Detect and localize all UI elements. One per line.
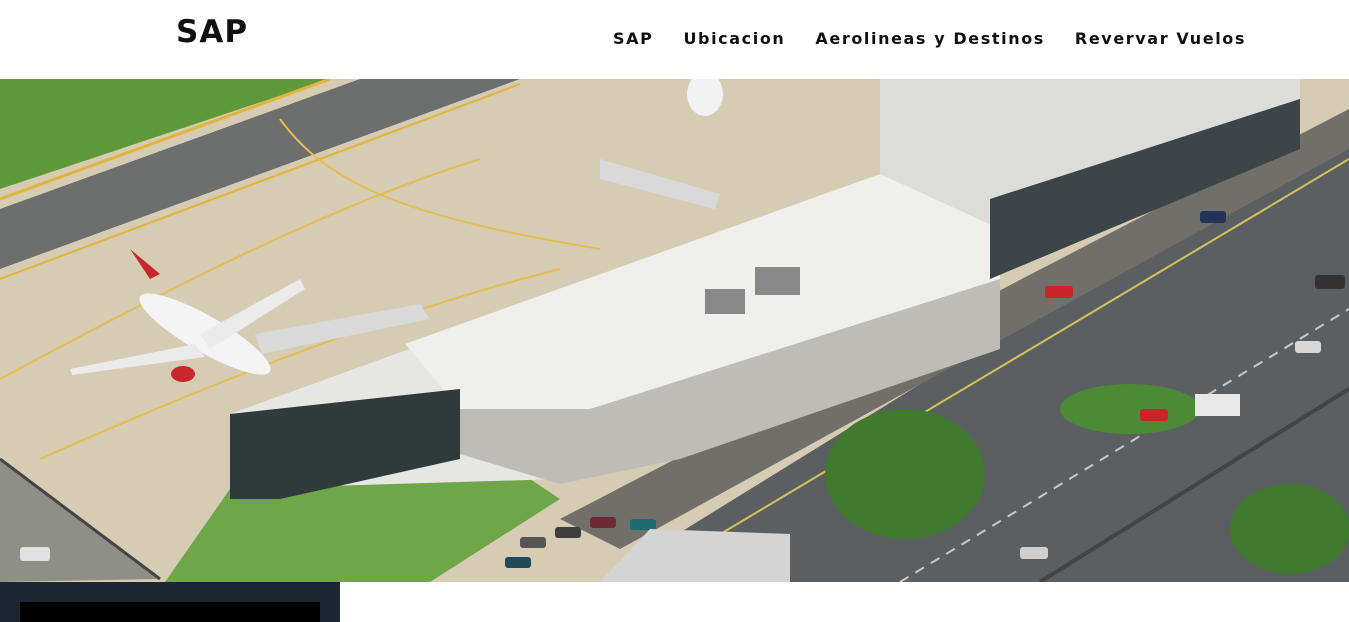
top-navbar: SAP SAP Ubicacion Aerolineas y Destinos … [0, 0, 1349, 79]
content-panel-dark [0, 582, 340, 622]
hvac-unit [705, 289, 745, 314]
tree-cluster [825, 409, 985, 539]
nav-link-ubicacion[interactable]: Ubicacion [683, 29, 785, 48]
nav-link-sap[interactable]: SAP [613, 29, 653, 48]
airport-aerial-photo [0, 79, 1349, 582]
truck [1195, 394, 1240, 416]
car [1045, 286, 1073, 298]
main-nav: SAP Ubicacion Aerolineas y Destinos Reve… [613, 29, 1276, 48]
content-panel-bar [20, 602, 320, 622]
nav-link-reservar-vuelos[interactable]: Revervar Vuelos [1075, 29, 1246, 48]
hero-banner-image [0, 79, 1349, 582]
nav-link-aerolineas-destinos[interactable]: Aerolineas y Destinos [815, 29, 1045, 48]
brand-logo-link[interactable]: SAP [176, 14, 248, 50]
